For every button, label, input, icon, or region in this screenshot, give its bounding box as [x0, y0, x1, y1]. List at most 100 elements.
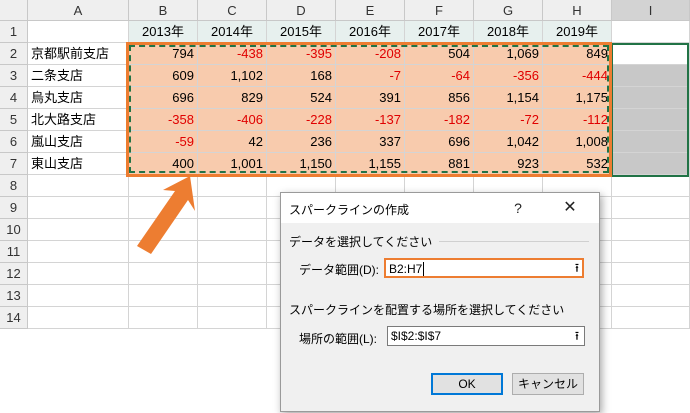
branch-name[interactable]: 北大路支店 — [28, 109, 129, 131]
data-cell[interactable]: 1,175 — [543, 87, 612, 109]
collapse-data-range-icon[interactable]: ⭱ — [568, 259, 586, 277]
data-cell[interactable]: 923 — [474, 153, 543, 175]
data-cell[interactable]: 391 — [336, 87, 405, 109]
cell[interactable] — [198, 285, 267, 307]
row-header-12[interactable]: 12 — [0, 263, 28, 285]
data-cell[interactable]: -358 — [129, 109, 198, 131]
cell[interactable] — [612, 21, 690, 43]
collapse-location-range-icon[interactable]: ⭱ — [568, 327, 586, 345]
data-cell[interactable]: 881 — [405, 153, 474, 175]
column-header-g[interactable]: G — [474, 0, 543, 21]
cell[interactable] — [612, 219, 690, 241]
cell[interactable] — [28, 21, 129, 43]
cell[interactable] — [198, 197, 267, 219]
sparkline-cell[interactable] — [612, 153, 690, 175]
data-cell[interactable]: 794 — [129, 43, 198, 65]
data-cell[interactable]: 400 — [129, 153, 198, 175]
data-cell[interactable]: 1,150 — [267, 153, 336, 175]
row-header-1[interactable]: 1 — [0, 21, 28, 43]
cell[interactable] — [28, 263, 129, 285]
data-cell[interactable]: -444 — [543, 65, 612, 87]
cell[interactable] — [612, 197, 690, 219]
row-header-13[interactable]: 13 — [0, 285, 28, 307]
column-header-e[interactable]: E — [336, 0, 405, 21]
row-header-4[interactable]: 4 — [0, 87, 28, 109]
data-cell[interactable]: 696 — [405, 131, 474, 153]
row-header-9[interactable]: 9 — [0, 197, 28, 219]
cell[interactable] — [612, 175, 690, 197]
data-cell[interactable]: 168 — [267, 65, 336, 87]
cell[interactable] — [612, 285, 690, 307]
data-cell[interactable]: 696 — [129, 87, 198, 109]
data-cell[interactable]: -112 — [543, 109, 612, 131]
branch-name[interactable]: 東山支店 — [28, 153, 129, 175]
data-cell[interactable]: -356 — [474, 65, 543, 87]
row-header-10[interactable]: 10 — [0, 219, 28, 241]
help-button[interactable]: ? — [507, 198, 529, 218]
sparkline-cell[interactable] — [612, 43, 690, 65]
cell[interactable] — [28, 285, 129, 307]
data-cell[interactable]: 524 — [267, 87, 336, 109]
cell[interactable] — [129, 241, 198, 263]
sparkline-cell[interactable] — [612, 65, 690, 87]
sparkline-cell[interactable] — [612, 109, 690, 131]
data-cell[interactable]: 609 — [129, 65, 198, 87]
row-header-3[interactable]: 3 — [0, 65, 28, 87]
row-header-5[interactable]: 5 — [0, 109, 28, 131]
cell[interactable] — [198, 307, 267, 329]
cell[interactable] — [612, 263, 690, 285]
data-cell[interactable]: 1,154 — [474, 87, 543, 109]
data-cell[interactable]: 337 — [336, 131, 405, 153]
cell[interactable] — [129, 263, 198, 285]
cell[interactable] — [129, 197, 198, 219]
data-cell[interactable]: -72 — [474, 109, 543, 131]
data-cell[interactable]: 1,102 — [198, 65, 267, 87]
cell[interactable] — [28, 175, 129, 197]
data-cell[interactable]: 856 — [405, 87, 474, 109]
column-header-c[interactable]: C — [198, 0, 267, 21]
location-range-input[interactable]: $I$2:$I$7 — [387, 326, 585, 346]
cell[interactable] — [612, 241, 690, 263]
data-cell[interactable]: 1,001 — [198, 153, 267, 175]
data-cell[interactable]: 829 — [198, 87, 267, 109]
data-cell[interactable]: 504 — [405, 43, 474, 65]
cell[interactable] — [28, 241, 129, 263]
data-cell[interactable]: 236 — [267, 131, 336, 153]
ok-button[interactable]: OK — [431, 373, 503, 395]
year-header[interactable]: 2016年 — [336, 21, 405, 43]
data-cell[interactable]: 1,069 — [474, 43, 543, 65]
cell[interactable] — [129, 175, 198, 197]
data-cell[interactable]: 1,042 — [474, 131, 543, 153]
data-range-input[interactable]: B2:H7 — [384, 258, 584, 278]
data-cell[interactable]: -59 — [129, 131, 198, 153]
data-cell[interactable]: -137 — [336, 109, 405, 131]
cell[interactable] — [129, 307, 198, 329]
cell[interactable] — [198, 219, 267, 241]
column-header-d[interactable]: D — [267, 0, 336, 21]
cancel-button[interactable]: キャンセル — [512, 373, 584, 395]
column-header-f[interactable]: F — [405, 0, 474, 21]
data-cell[interactable]: -228 — [267, 109, 336, 131]
data-cell[interactable]: -64 — [405, 65, 474, 87]
cell[interactable] — [612, 307, 690, 329]
data-cell[interactable]: 42 — [198, 131, 267, 153]
row-header-14[interactable]: 14 — [0, 307, 28, 329]
column-header-h[interactable]: H — [543, 0, 612, 21]
branch-name[interactable]: 嵐山支店 — [28, 131, 129, 153]
sparkline-cell[interactable] — [612, 131, 690, 153]
cell[interactable] — [198, 241, 267, 263]
column-header-b[interactable]: B — [129, 0, 198, 21]
data-cell[interactable]: -7 — [336, 65, 405, 87]
cell[interactable] — [28, 307, 129, 329]
column-header-a[interactable]: A — [28, 0, 129, 21]
data-cell[interactable]: 849 — [543, 43, 612, 65]
cell[interactable] — [129, 285, 198, 307]
sparkline-cell[interactable] — [612, 87, 690, 109]
cell[interactable] — [198, 263, 267, 285]
close-icon[interactable]: ✕ — [559, 198, 581, 218]
data-cell[interactable]: -406 — [198, 109, 267, 131]
year-header[interactable]: 2017年 — [405, 21, 474, 43]
year-header[interactable]: 2019年 — [543, 21, 612, 43]
column-header-i[interactable]: I — [612, 0, 690, 21]
data-cell[interactable]: -208 — [336, 43, 405, 65]
